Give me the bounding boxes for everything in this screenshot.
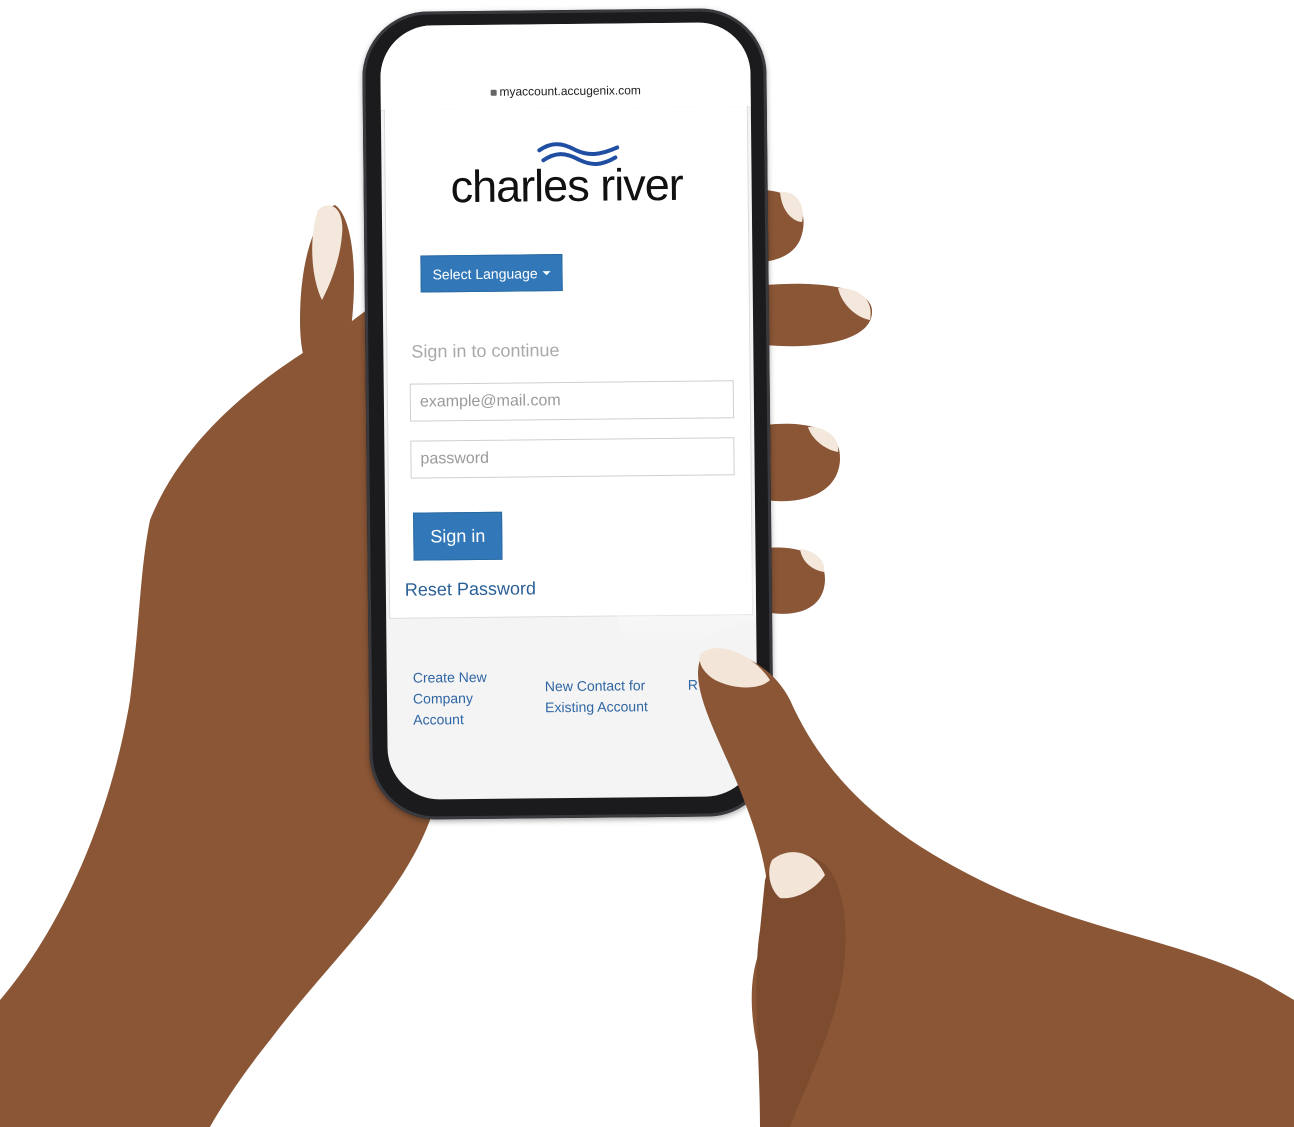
browser-address-bar[interactable]: myaccount.accugenix.com xyxy=(379,22,751,111)
company-logo-text: charles river xyxy=(450,158,683,213)
password-input[interactable] xyxy=(410,437,735,479)
lock-icon xyxy=(490,89,497,96)
phone-screen: myaccount.accugenix.com charles river Se… xyxy=(379,22,759,800)
email-input[interactable] xyxy=(409,380,735,422)
select-language-label: Select Language xyxy=(432,264,538,282)
sign-in-button[interactable]: Sign in xyxy=(413,511,503,561)
caret-down-icon xyxy=(542,270,551,275)
login-card: charles river Select Language Sign in to… xyxy=(383,106,754,619)
new-contact-link[interactable]: New Contact for Existing Account xyxy=(545,675,665,718)
url-text: myaccount.accugenix.com xyxy=(499,83,641,99)
reset-password-link[interactable]: Reset Password xyxy=(405,578,536,600)
footer-partial-link[interactable]: R a xyxy=(688,674,748,696)
select-language-button[interactable]: Select Language xyxy=(420,254,563,293)
sign-in-heading: Sign in to continue xyxy=(411,340,560,362)
url-display[interactable]: myaccount.accugenix.com xyxy=(381,82,751,100)
create-company-account-link[interactable]: Create New Company Account xyxy=(413,667,504,731)
